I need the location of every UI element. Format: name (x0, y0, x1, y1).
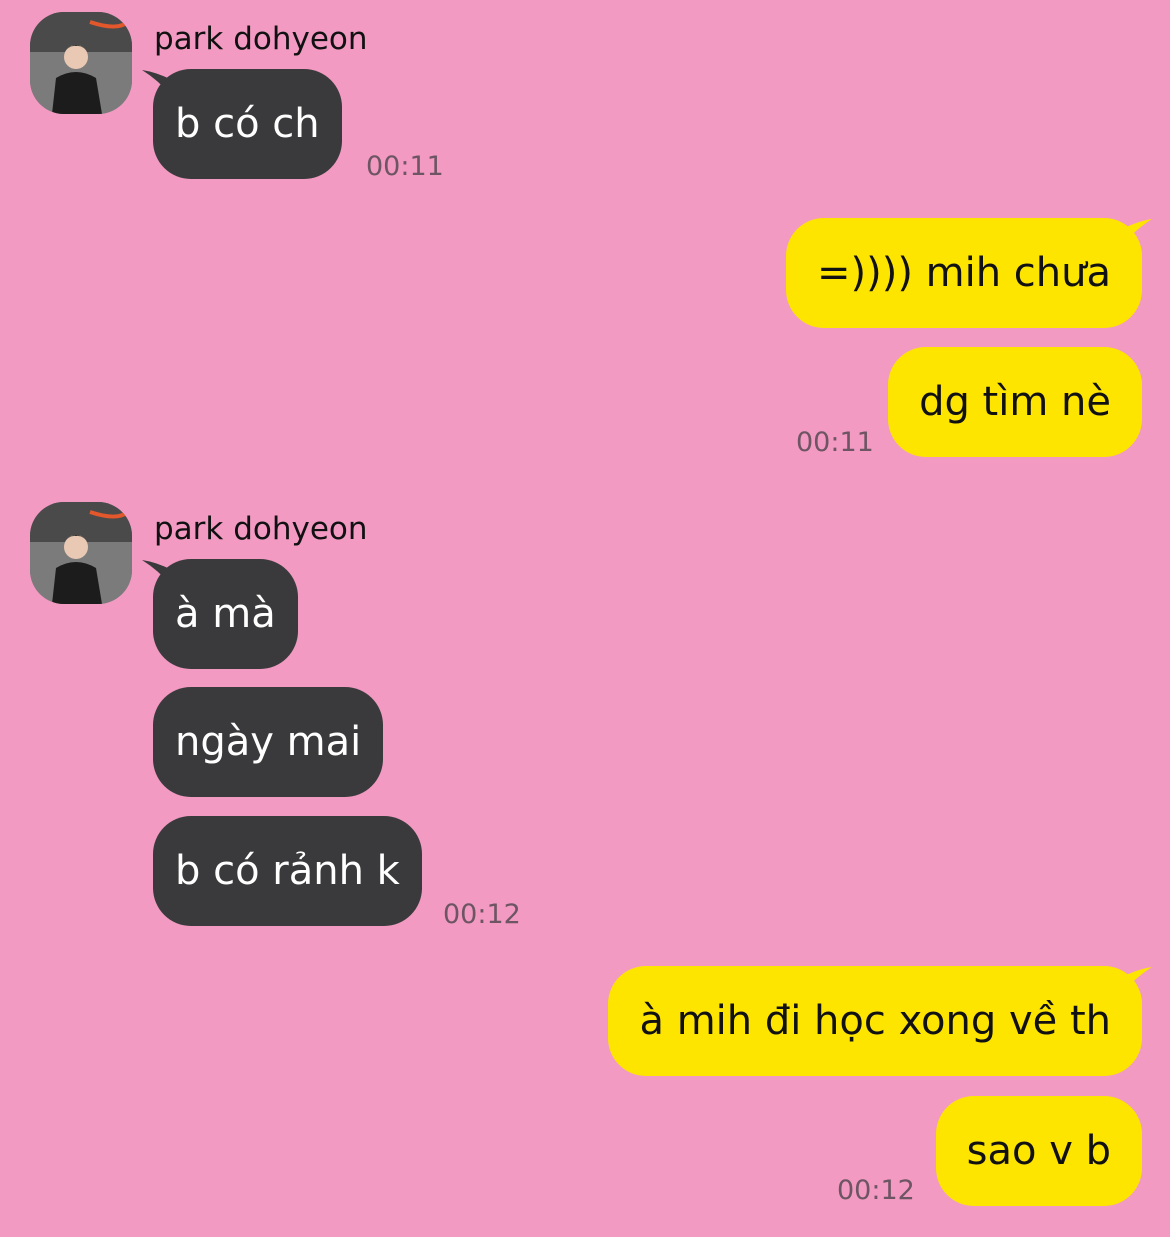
sender-avatar[interactable] (30, 502, 132, 604)
message-bubble[interactable]: sao v b (935, 1096, 1142, 1206)
message-bubble[interactable]: b có ch (153, 69, 342, 179)
message-bubble[interactable]: à mih đi học xong về th (608, 966, 1142, 1076)
message-bubble[interactable]: dg tìm nè (888, 347, 1142, 457)
avatar-photo-icon (30, 502, 132, 604)
message-bubble[interactable]: ngày mai (153, 687, 384, 797)
message-time: 00:12 (837, 1175, 915, 1206)
message-time: 00:11 (796, 427, 874, 458)
message-bubble[interactable]: à mà (153, 559, 298, 669)
message-bubble[interactable]: b có rảnh k (153, 816, 422, 926)
sender-name: park dohyeon (154, 511, 368, 547)
sender-avatar[interactable] (30, 12, 132, 114)
message-bubble[interactable]: =)))) mih chưa (785, 218, 1142, 328)
sender-name: park dohyeon (154, 21, 368, 57)
chat-thread[interactable]: park dohyeon b có ch 00:11 =)))) mih chư… (0, 0, 1170, 1237)
message-time: 00:11 (366, 151, 444, 182)
avatar-photo-icon (30, 12, 132, 114)
message-time: 00:12 (443, 899, 521, 930)
